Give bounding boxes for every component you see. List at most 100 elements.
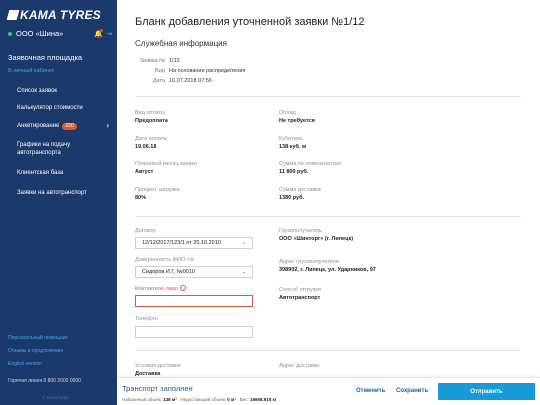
field-label: Вид оплаты (135, 110, 166, 116)
transport-status-title: Транспорт заполнен (122, 384, 193, 393)
logout-icon[interactable]: ⇥ (106, 30, 112, 38)
meta-row: Дата 10.07.2018 07:56 (137, 76, 245, 86)
menu-item-survey[interactable]: Анкетирование 220 › (0, 117, 117, 135)
stat-value: 0 м³ (227, 397, 236, 402)
menu-item-label: Графики на подачу автотранспорта (17, 142, 71, 156)
footer-links: Персональный помощник Отзывы и предложен… (8, 332, 68, 371)
contact-label: Контактное лицо i (135, 285, 186, 293)
field-value: 80% (135, 195, 147, 201)
stat-value: 16668.915 кг (249, 397, 277, 402)
hotline: Горячая линия 8 800 2000 0000 (8, 378, 81, 384)
field-value: Автотранспорт (279, 295, 321, 301)
contract-value: 12/12/2017/123/1 от 25.10.2010 (142, 240, 221, 246)
menu-item-requests[interactable]: Список заявок (0, 82, 117, 99)
menu-item-label: Анкетирование (17, 123, 60, 129)
field-value: 19.06.18 (135, 144, 157, 150)
shipping-method: Способ отгрузки Автотранспорт (279, 287, 321, 302)
field-label: Грузополучатель (279, 228, 323, 234)
menu-item-label: Клиентская база (17, 170, 64, 176)
field-label: Контактное лицо i (135, 285, 186, 293)
chevron-down-icon: ⌄ (241, 240, 246, 246)
field-value: Не требуется (279, 118, 315, 124)
field-value: 138 куб. м (279, 144, 307, 150)
main-content: Бланк добавления уточненной заявки №1/12… (117, 0, 540, 405)
contact-label-text: Контактное лицо (135, 286, 178, 292)
save-button[interactable]: Сохранить (396, 388, 428, 394)
meta-value: На основании распределения (169, 68, 246, 74)
sidebar-menu: Список заявок Калькулятор стоимости Анке… (0, 82, 117, 203)
notification-dot (100, 28, 104, 32)
phone-label: Телефон (135, 316, 158, 323)
field-value: Предоплата (135, 118, 168, 124)
meta-value: 1/12 (169, 58, 180, 64)
info-icon[interactable]: i (179, 285, 186, 291)
divider (135, 216, 521, 217)
menu-item-clients[interactable]: Клиентская база (0, 163, 117, 183)
attorney-value: Сидоров И.Г, №0010 (142, 269, 195, 275)
copyright: © КамаТайрс (42, 395, 70, 400)
meta-label: Заявка № (139, 58, 165, 64)
chevron-right-icon: › (106, 121, 109, 130)
payment-type: Вид оплаты Предоплата (135, 110, 168, 125)
phone-input[interactable] (135, 326, 253, 338)
field-label: Договор (135, 228, 156, 234)
delivery-address: Адрес доставки (279, 363, 319, 370)
field-label: Телефон (135, 316, 158, 322)
chevron-down-icon: ⌄ (241, 269, 246, 275)
field-label: Сумма доставки (279, 187, 321, 193)
field-label: Адрес доставки (279, 363, 320, 369)
oplad: Оплад Не требуется (279, 110, 315, 125)
meta-value: 10.07.2018 07:56 (169, 78, 212, 84)
menu-item-schedules[interactable]: Графики на подачу автотранспорта (0, 135, 117, 163)
contract-label: Договор (135, 228, 156, 235)
field-label: Кубатура (279, 136, 303, 142)
field-value: 11 800 руб. (279, 169, 309, 175)
field-label: Способ отгрузки (279, 287, 321, 293)
cubature: Кубатура 138 куб. м (279, 136, 306, 151)
org-selector[interactable]: ООО «Шина» 🔔 ⇥ (8, 28, 112, 38)
menu-item-calculator[interactable]: Калькулятор стоимости (0, 99, 117, 117)
stat-label: Вес: (239, 397, 249, 402)
feedback-link[interactable]: Отзывы и предложения (8, 345, 68, 358)
service-info-meta: Заявка № 1/12 Вид На основании распредел… (137, 56, 246, 86)
english-version-link[interactable]: English version (8, 358, 68, 371)
divider (135, 96, 521, 97)
cancel-button[interactable]: Отменить (356, 388, 385, 394)
attorney-select[interactable]: Сидоров И.Г, №0010 ⌄ (135, 266, 253, 278)
meta-row: Заявка № 1/12 (137, 56, 245, 66)
menu-item-label: Заявки на автотранспорт (17, 190, 87, 196)
personal-cabinet-link[interactable]: В личный кабинет (8, 68, 54, 74)
contract-select[interactable]: 12/12/2017/123/1 от 25.10.2010 ⌄ (135, 237, 253, 249)
divider (135, 350, 521, 351)
menu-item-transport-requests[interactable]: Заявки на автотранспорт (0, 183, 117, 203)
contact-input[interactable] (135, 295, 253, 307)
stat-value: 138 м³ (163, 397, 177, 402)
field-label: Оплад (279, 110, 296, 116)
load-percent: Процент загрузки 80% (135, 187, 180, 202)
stat-label: Недостающий объем: (180, 397, 227, 402)
sidebar: KAMA TYRES ООО «Шина» 🔔 ⇥ Заявочная площ… (0, 0, 117, 405)
field-value: 398902, г. Липецк, ул. Ударников, 97 (279, 267, 376, 273)
stat-label: Набранный объем: (122, 397, 162, 402)
field-label: Процент загрузки (135, 187, 180, 193)
planned-month: Плановый месяц заявки Август (135, 161, 197, 176)
page-title: Бланк добавления уточненной заявки №1/12 (135, 16, 365, 28)
field-label: Доверенность ФИО, № (135, 257, 195, 263)
bell-icon[interactable]: 🔔 (94, 28, 104, 38)
logo-mark-icon (6, 10, 20, 20)
survey-count-badge: 220 (62, 122, 77, 130)
assistant-link[interactable]: Персональный помощник (8, 332, 68, 345)
status-dot-icon (8, 31, 12, 36)
submit-button[interactable]: Отправить (438, 383, 535, 400)
service-info-title: Служебная информация (135, 39, 227, 48)
delivery-sum: Сумма доставки 1380 руб. (279, 187, 321, 202)
meta-label: Вид (155, 68, 165, 74)
field-label: Адрес грузополучателя (279, 259, 339, 265)
menu-item-label: Калькулятор стоимости (17, 105, 83, 111)
meta-label: Дата (152, 78, 165, 84)
section-title: Заявочная площадка (8, 53, 83, 62)
kama-tyres-logo[interactable]: KAMA TYRES (6, 8, 101, 22)
meta-row: Вид На основании распределения (137, 66, 245, 76)
org-name[interactable]: ООО «Шина» (16, 29, 94, 38)
consignee-address: Адрес грузополучателя 398902, г. Липецк,… (279, 259, 376, 274)
